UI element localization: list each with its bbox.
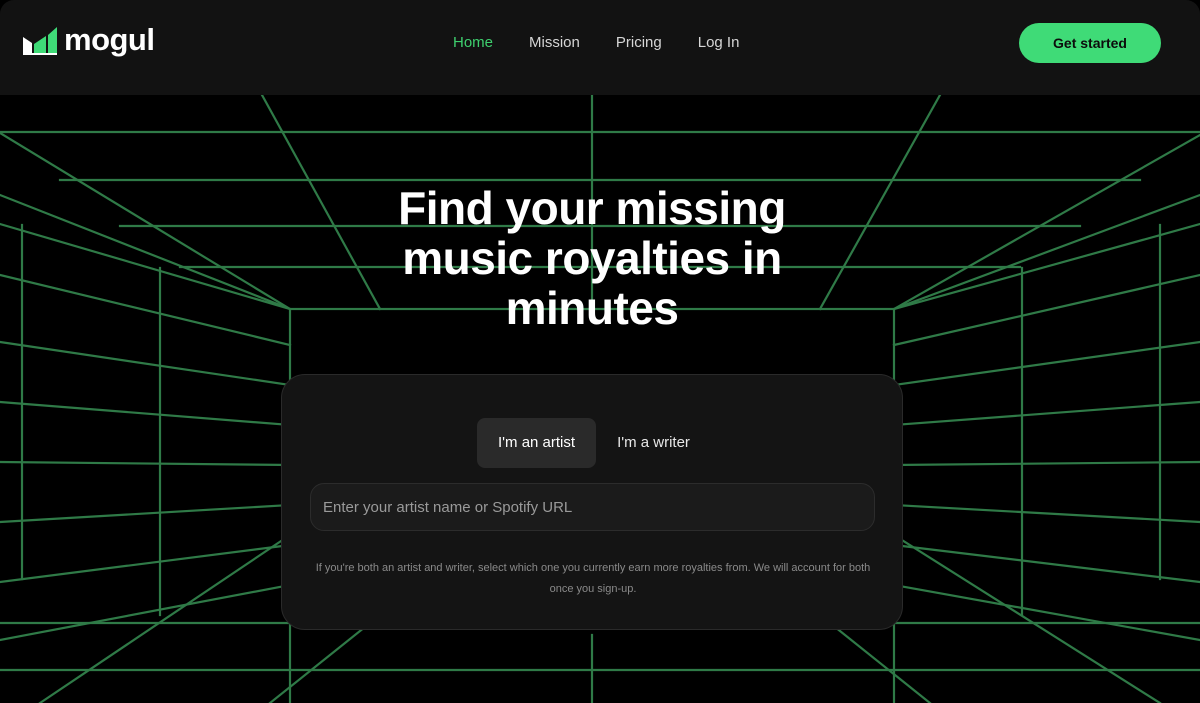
role-tabs: I'm an artist I'm a writer	[477, 418, 711, 468]
mogul-logo-icon	[23, 27, 57, 55]
page: mogul Home Mission Pricing Log In Get st…	[0, 0, 1200, 703]
get-started-button[interactable]: Get started	[1019, 23, 1161, 63]
artist-search-input[interactable]	[310, 483, 875, 531]
main-nav: Home Mission Pricing Log In	[453, 33, 739, 53]
tab-artist[interactable]: I'm an artist	[477, 418, 597, 468]
nav-pricing[interactable]: Pricing	[616, 33, 662, 53]
navbar: mogul Home Mission Pricing Log In Get st…	[0, 0, 1200, 95]
hero-section: Find your missing music royalties in min…	[0, 95, 1200, 703]
nav-mission[interactable]: Mission	[529, 33, 580, 53]
nav-login[interactable]: Log In	[698, 33, 740, 53]
royalty-search-card: I'm an artist I'm a writer If you're bot…	[281, 374, 903, 630]
brand-name: mogul	[64, 21, 155, 57]
tab-writer[interactable]: I'm a writer	[596, 418, 711, 468]
logo-link[interactable]: mogul	[22, 24, 155, 56]
hero-headline: Find your missing music royalties in min…	[398, 182, 786, 334]
nav-home[interactable]: Home	[453, 33, 493, 53]
role-note: If you're both an artist and writer, sel…	[315, 562, 871, 595]
